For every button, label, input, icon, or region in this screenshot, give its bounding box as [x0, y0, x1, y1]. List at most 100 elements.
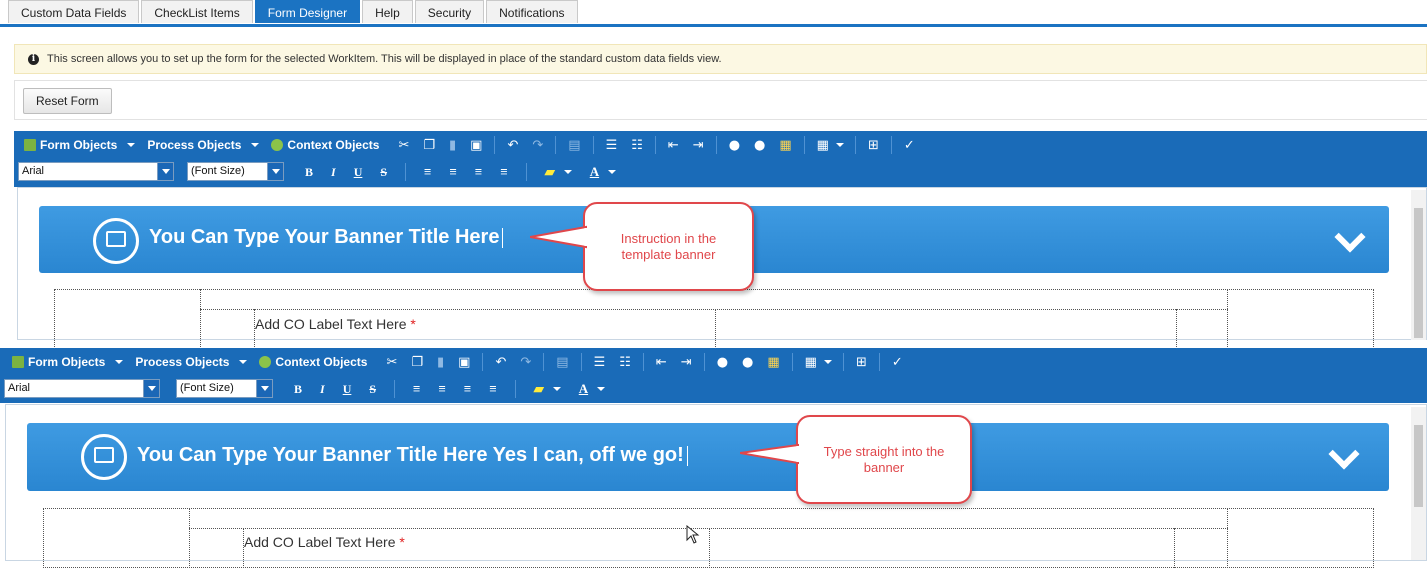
copy-icon[interactable]: ❐: [411, 355, 423, 370]
image-icon[interactable]: ▦: [779, 138, 791, 153]
highlight-color-icon[interactable]: ▰: [534, 381, 544, 397]
field-label[interactable]: Add CO Label Text Here *: [255, 316, 416, 332]
undo-icon[interactable]: ↶: [495, 355, 506, 370]
format-painter-icon[interactable]: ▤: [568, 138, 580, 153]
undo-icon[interactable]: ↶: [507, 138, 518, 153]
justify-icon[interactable]: ≡: [500, 164, 507, 180]
italic-button[interactable]: I: [331, 165, 336, 180]
ordered-list-icon[interactable]: ☰: [606, 138, 618, 153]
paste-word-icon[interactable]: ▣: [470, 138, 482, 153]
align-center-icon[interactable]: ≡: [449, 164, 456, 180]
align-right-icon[interactable]: ≡: [464, 381, 471, 397]
scrollbar[interactable]: [1411, 190, 1426, 340]
font-size-select[interactable]: (Font Size): [176, 379, 273, 398]
align-right-icon[interactable]: ≡: [475, 164, 482, 180]
tab-custom-data-fields[interactable]: Custom Data Fields: [8, 0, 140, 23]
tab-form-designer[interactable]: Form Designer: [254, 0, 361, 23]
remove-link-icon[interactable]: ●: [742, 355, 753, 370]
table-icon[interactable]: ▦: [805, 355, 817, 370]
outdent-icon[interactable]: ⇤: [668, 138, 679, 153]
bullet-list-icon[interactable]: ☷: [631, 138, 643, 153]
font-color-icon[interactable]: A: [579, 381, 588, 397]
cut-icon[interactable]: ✂: [398, 138, 409, 153]
chevron-down-icon[interactable]: [563, 170, 572, 174]
chevron-down-icon: [127, 143, 136, 147]
strikethrough-button[interactable]: S: [369, 382, 376, 397]
indent-icon[interactable]: ⇥: [681, 355, 692, 370]
chevron-down-icon[interactable]: [1328, 438, 1360, 470]
ordered-list-icon[interactable]: ☰: [594, 355, 606, 370]
chevron-down-icon[interactable]: [552, 387, 561, 391]
chevron-down-icon[interactable]: [1334, 221, 1366, 253]
info-text: This screen allows you to set up the for…: [47, 53, 722, 65]
remove-link-icon[interactable]: ●: [754, 138, 765, 153]
chevron-down-icon[interactable]: [823, 360, 832, 364]
paste-icon[interactable]: ▮: [449, 138, 456, 153]
cut-icon[interactable]: ✂: [386, 355, 397, 370]
italic-button[interactable]: I: [320, 382, 325, 397]
process-objects-menu[interactable]: Process Objects: [147, 138, 260, 152]
indent-icon[interactable]: ⇥: [693, 138, 704, 153]
banner-title[interactable]: You Can Type Your Banner Title Here: [149, 226, 504, 249]
format-painter-icon[interactable]: ▤: [556, 355, 568, 370]
align-left-icon[interactable]: ≡: [413, 381, 420, 397]
font-size-select[interactable]: (Font Size): [187, 162, 284, 181]
hyperlink-icon[interactable]: ●: [717, 355, 728, 370]
context-objects-menu[interactable]: Context Objects: [271, 138, 379, 152]
field-label[interactable]: Add CO Label Text Here *: [244, 534, 405, 550]
editor-canvas-bottom[interactable]: You Can Type Your Banner Title Here Yes …: [5, 404, 1427, 568]
paste-word-icon[interactable]: ▣: [458, 355, 470, 370]
copy-icon[interactable]: ❐: [423, 138, 435, 153]
instruction-callout: Instruction in the template banner: [583, 202, 754, 291]
context-objects-icon: [271, 139, 284, 151]
redo-icon[interactable]: ↷: [520, 355, 531, 370]
underline-button[interactable]: U: [343, 382, 352, 397]
redo-icon[interactable]: ↷: [532, 138, 543, 153]
underline-button[interactable]: U: [354, 165, 363, 180]
align-center-icon[interactable]: ≡: [438, 381, 445, 397]
chevron-down-icon: [157, 163, 173, 180]
info-icon: i: [28, 53, 39, 65]
align-left-icon[interactable]: ≡: [424, 164, 431, 180]
outdent-icon[interactable]: ⇤: [656, 355, 667, 370]
highlight-color-icon[interactable]: ▰: [545, 164, 555, 180]
paste-icon[interactable]: ▮: [437, 355, 444, 370]
strikethrough-button[interactable]: S: [380, 165, 387, 180]
scrollbar[interactable]: [1411, 407, 1426, 560]
form-banner[interactable]: You Can Type Your Banner Title Here Yes …: [27, 423, 1389, 491]
bold-button[interactable]: B: [305, 165, 313, 180]
font-family-select[interactable]: Arial: [4, 379, 160, 398]
instruction-callout: Type straight into the banner: [796, 415, 972, 504]
reset-form-button[interactable]: Reset Form: [23, 88, 112, 114]
font-color-icon[interactable]: A: [590, 164, 599, 180]
justify-icon[interactable]: ≡: [489, 381, 496, 397]
table-icon[interactable]: ▦: [817, 138, 829, 153]
tab-notifications[interactable]: Notifications: [486, 0, 578, 23]
tab-help[interactable]: Help: [362, 0, 413, 23]
tab-security[interactable]: Security: [414, 0, 485, 23]
process-objects-menu[interactable]: Process Objects: [135, 355, 248, 369]
banner-title[interactable]: You Can Type Your Banner Title Here Yes …: [137, 444, 688, 467]
monitor-icon: [93, 218, 139, 264]
spellcheck-icon[interactable]: ✓: [892, 355, 903, 370]
chevron-down-icon: [256, 380, 272, 397]
chevron-down-icon[interactable]: [597, 387, 606, 391]
bold-button[interactable]: B: [294, 382, 302, 397]
form-objects-menu[interactable]: Form Objects: [24, 138, 136, 152]
font-family-select[interactable]: Arial: [18, 162, 174, 181]
tab-checklist-items[interactable]: CheckList Items: [141, 0, 253, 23]
image-icon[interactable]: ▦: [767, 355, 779, 370]
grid-icon[interactable]: ⊞: [868, 138, 879, 153]
grid-icon[interactable]: ⊞: [856, 355, 867, 370]
context-objects-menu[interactable]: Context Objects: [259, 355, 367, 369]
hyperlink-icon[interactable]: ●: [729, 138, 740, 153]
monitor-icon: [81, 434, 127, 480]
text-cursor: [686, 445, 688, 466]
bullet-list-icon[interactable]: ☷: [619, 355, 631, 370]
context-objects-icon: [259, 356, 272, 368]
form-objects-menu[interactable]: Form Objects: [12, 355, 124, 369]
spellcheck-icon[interactable]: ✓: [904, 138, 915, 153]
mouse-pointer-icon: [686, 525, 700, 544]
chevron-down-icon[interactable]: [608, 170, 617, 174]
chevron-down-icon[interactable]: [835, 143, 844, 147]
